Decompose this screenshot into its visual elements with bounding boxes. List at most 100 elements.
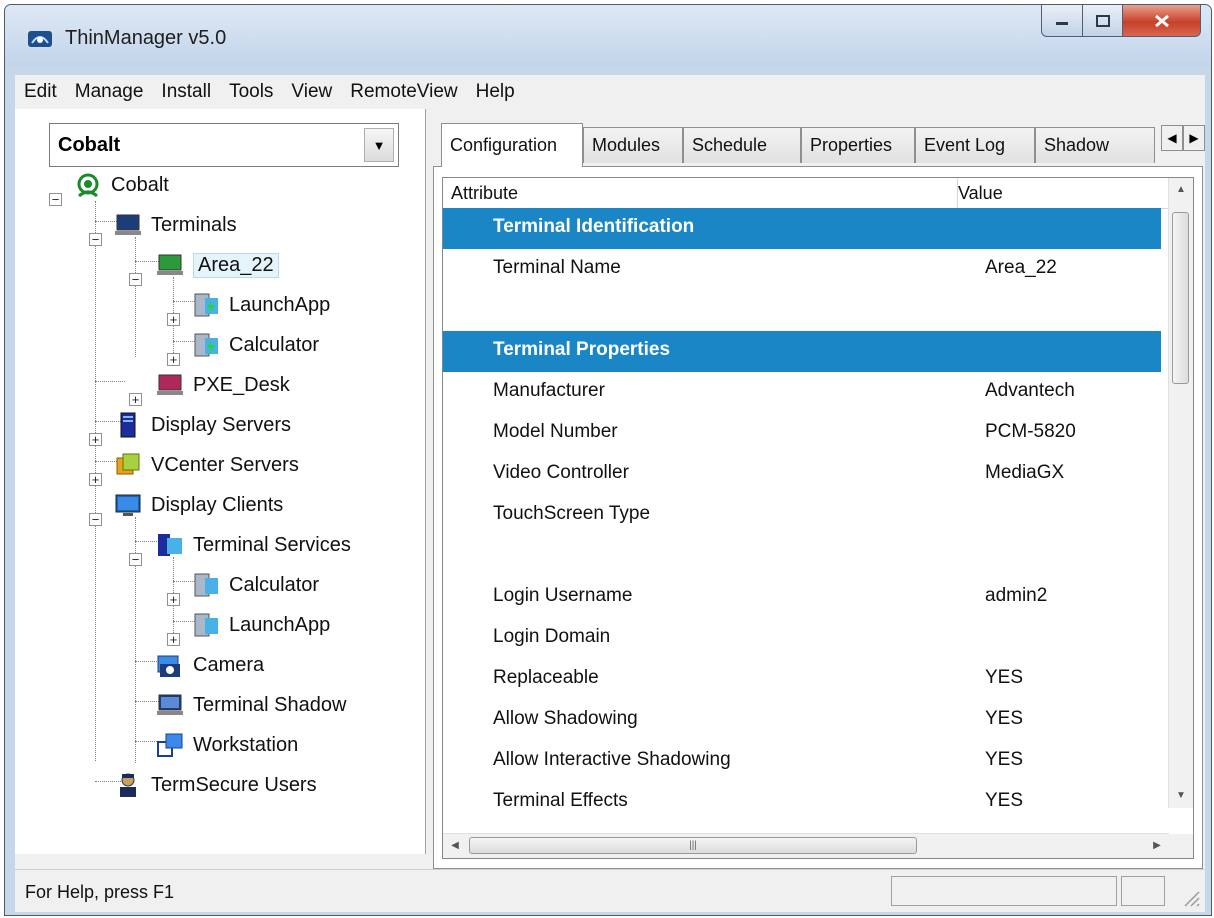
expand-toggle[interactable]: + xyxy=(167,353,180,366)
scroll-up-button[interactable]: ▲ xyxy=(1169,178,1193,202)
tree-item-terminal-shadow[interactable]: Terminal Shadow xyxy=(157,689,346,721)
attribute-cell: TouchScreen Type xyxy=(493,503,651,524)
value-cell: YES xyxy=(985,749,1024,770)
table-row[interactable]: Terminal Effects YES xyxy=(443,782,1161,823)
tab-scroll-right-button[interactable]: ▶ xyxy=(1183,125,1205,151)
tree-item-terminal-services[interactable]: Terminal Services xyxy=(157,529,351,561)
tab-schedule[interactable]: Schedule xyxy=(683,127,801,163)
tree-item-launchapp-2[interactable]: LaunchApp xyxy=(193,609,330,641)
expand-toggle[interactable]: + xyxy=(167,633,180,646)
tree-item-camera[interactable]: Camera xyxy=(157,649,264,681)
horizontal-scroll-thumb[interactable]: ||| xyxy=(469,837,917,854)
attribute-cell: Terminal Name xyxy=(493,257,621,278)
tab-properties[interactable]: Properties xyxy=(801,127,915,163)
tree-item-cobalt[interactable]: Cobalt xyxy=(75,169,169,201)
tab-modules[interactable]: Modules xyxy=(583,127,683,163)
expand-toggle[interactable]: + xyxy=(129,393,142,406)
terminal-pink-icon xyxy=(157,374,183,395)
terminal-icon xyxy=(115,214,141,235)
tree-label: VCenter Servers xyxy=(151,453,299,476)
collapse-toggle[interactable]: − xyxy=(129,273,142,286)
attribute-grid: Attribute Value Terminal Identification … xyxy=(442,177,1194,859)
resize-grip-icon[interactable] xyxy=(1181,888,1201,908)
tree-item-vcenter-servers[interactable]: VCenter Servers xyxy=(115,449,299,481)
menu-bar: Edit Manage Install Tools View RemoteVie… xyxy=(15,75,1205,109)
maximize-button[interactable] xyxy=(1083,5,1123,37)
expand-toggle[interactable]: + xyxy=(167,593,180,606)
menu-help[interactable]: Help xyxy=(467,81,524,103)
column-header-attribute[interactable]: Attribute xyxy=(443,178,958,208)
attribute-cell: Terminal Identification xyxy=(493,216,695,237)
table-row[interactable]: Video Controller MediaGX xyxy=(443,454,1161,495)
menu-install[interactable]: Install xyxy=(152,81,220,103)
table-row[interactable]: Login Username admin2 xyxy=(443,577,1161,618)
attribute-cell: Terminal Properties xyxy=(493,339,671,360)
expand-toggle[interactable]: + xyxy=(89,433,102,446)
combo-dropdown-button[interactable]: ▼ xyxy=(364,128,394,162)
vertical-scroll-thumb[interactable] xyxy=(1172,212,1189,384)
collapse-toggle[interactable]: − xyxy=(49,193,62,206)
table-row[interactable]: Login Domain xyxy=(443,618,1161,659)
tab-scroll-buttons: ◀ ▶ xyxy=(1161,125,1205,153)
display-client-icon xyxy=(115,494,141,516)
horizontal-scrollbar[interactable]: ◀ ||| ▶ xyxy=(443,833,1169,858)
tree-label: LaunchApp xyxy=(229,293,331,316)
close-button[interactable] xyxy=(1123,5,1201,37)
tab-configuration[interactable]: Configuration xyxy=(441,123,583,167)
section-row[interactable]: Terminal Identification xyxy=(443,208,1161,249)
terminal-shadow-icon xyxy=(157,694,183,715)
table-row[interactable]: TouchScreen Type xyxy=(443,495,1161,536)
section-row[interactable]: Terminal Properties xyxy=(443,331,1161,372)
menu-manage[interactable]: Manage xyxy=(66,81,153,103)
scroll-down-button[interactable]: ▼ xyxy=(1169,784,1193,808)
menu-tools[interactable]: Tools xyxy=(220,81,282,103)
value-cell: YES xyxy=(985,790,1024,811)
tree-item-terminals[interactable]: Terminals xyxy=(115,209,237,241)
tree-item-display-clients[interactable]: Display Clients xyxy=(115,489,283,521)
status-pane xyxy=(1121,876,1165,906)
tree-item-calculator-2[interactable]: Calculator xyxy=(193,569,319,601)
tree-item-area-22[interactable]: Area_22 xyxy=(157,249,279,281)
chevron-down-icon: ▼ xyxy=(372,137,386,153)
tree-item-pxe-desk[interactable]: PXE_Desk xyxy=(157,369,290,401)
tree-label: TermSecure Users xyxy=(151,773,317,796)
table-row[interactable]: Allow Interactive Shadowing YES xyxy=(443,741,1161,782)
tree-item-workstation[interactable]: Workstation xyxy=(157,729,298,761)
collapse-toggle[interactable]: − xyxy=(89,233,102,246)
table-row[interactable] xyxy=(443,290,1161,331)
vertical-scrollbar[interactable]: ▲ ▼ xyxy=(1168,178,1193,808)
column-header-value[interactable]: Value xyxy=(950,178,1177,208)
expand-toggle[interactable]: + xyxy=(89,473,102,486)
server-group-combo[interactable]: Cobalt ▼ xyxy=(49,123,399,167)
title-bar[interactable]: ThinManager v5.0 xyxy=(5,5,1211,67)
tree-item-launchapp[interactable]: LaunchApp xyxy=(193,289,330,321)
menu-view[interactable]: View xyxy=(282,81,341,103)
tree-item-display-servers[interactable]: Display Servers xyxy=(115,409,291,441)
table-row[interactable] xyxy=(443,536,1161,577)
menu-remoteview[interactable]: RemoteView xyxy=(341,81,466,103)
collapse-toggle[interactable]: − xyxy=(89,513,102,526)
collapse-toggle[interactable]: − xyxy=(129,553,142,566)
expand-toggle[interactable]: + xyxy=(167,313,180,326)
scroll-right-button[interactable]: ▶ xyxy=(1145,834,1169,858)
tree-item-termsecure-users[interactable]: TermSecure Users xyxy=(115,769,317,801)
table-row[interactable]: Allow Shadowing YES xyxy=(443,700,1161,741)
value-cell: Advantech xyxy=(985,380,1075,401)
table-row[interactable]: Manufacturer Advantech xyxy=(443,372,1161,413)
minimize-button[interactable] xyxy=(1041,5,1083,37)
application-icon xyxy=(194,333,218,357)
tab-strip: Configuration Modules Schedule Propertie… xyxy=(441,123,1205,167)
table-row[interactable]: Model Number PCM-5820 xyxy=(443,413,1161,454)
maximize-icon xyxy=(1095,14,1110,27)
tab-event-log[interactable]: Event Log xyxy=(915,127,1035,163)
attribute-cell: Allow Interactive Shadowing xyxy=(493,749,731,770)
menu-edit[interactable]: Edit xyxy=(15,81,66,103)
tree-item-calculator[interactable]: Calculator xyxy=(193,329,319,361)
tab-scroll-left-button[interactable]: ◀ xyxy=(1161,125,1183,151)
table-row[interactable]: Terminal Name Area_22 xyxy=(443,249,1161,290)
tab-shadow[interactable]: Shadow xyxy=(1035,127,1155,163)
scroll-left-button[interactable]: ◀ xyxy=(443,834,467,858)
table-row[interactable]: Replaceable YES xyxy=(443,659,1161,700)
attribute-cell: Video Controller xyxy=(493,462,629,483)
value-cell: Area_22 xyxy=(985,257,1057,278)
